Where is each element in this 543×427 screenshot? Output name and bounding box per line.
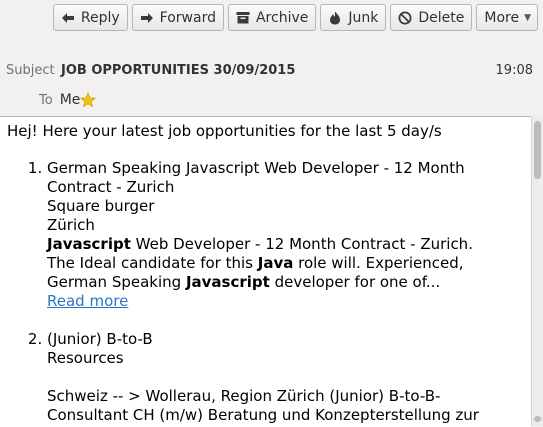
- message-time: 19:08: [495, 63, 533, 78]
- job-desc-line: The Ideal candidate for this Java role w…: [47, 254, 512, 273]
- job-desc-line: Javascript Web Developer - 12 Month Cont…: [47, 235, 512, 254]
- job-location: Zürich: [47, 216, 95, 234]
- junk-button-label: Junk: [348, 9, 379, 26]
- read-more-link[interactable]: Read more: [47, 292, 128, 310]
- archive-button-label: Archive: [255, 9, 309, 26]
- job-desc-line: Consultant CH (m/w) Beratung und Konzept…: [47, 406, 479, 424]
- desc-text: role will. Experienced,: [293, 254, 464, 272]
- job-title-cont: Contract - Zurich: [47, 178, 175, 196]
- recipient[interactable]: Me: [60, 92, 81, 108]
- forward-button[interactable]: Forward: [131, 4, 224, 31]
- job-title: German Speaking Javascript Web Developer…: [47, 159, 465, 177]
- job-company: Square burger: [47, 197, 155, 215]
- keyword: Javascript: [185, 273, 270, 291]
- message-header: Reply Forward Archive Junk Delete More ▼…: [0, 0, 543, 114]
- reply-button[interactable]: Reply: [52, 4, 128, 31]
- scroll-down-arrow[interactable]: [534, 416, 541, 422]
- forward-button-label: Forward: [159, 9, 216, 26]
- archive-button[interactable]: Archive: [227, 4, 317, 31]
- message-content: Hej! Here your latest job opportunities …: [7, 122, 512, 427]
- scroll-thumb[interactable]: [534, 121, 541, 179]
- more-button[interactable]: More ▼: [476, 4, 538, 31]
- job-desc-line: Schweiz -- > Wollerau, Region Zürich (Ju…: [47, 387, 441, 405]
- subject-label: Subject: [6, 63, 55, 78]
- vertical-scrollbar[interactable]: [531, 116, 543, 426]
- keyword: Javascript: [47, 235, 131, 253]
- job-desc-line: German Speaking Javascript developer for…: [47, 273, 512, 292]
- to-label: To: [39, 92, 53, 108]
- junk-button[interactable]: Junk: [320, 4, 387, 31]
- desc-text: The Ideal candidate for this: [47, 254, 258, 272]
- to-row: To Me: [39, 91, 97, 109]
- subject-row: Subject JOB OPPORTUNITIES 30/09/2015 19:…: [6, 63, 533, 81]
- chevron-down-icon: ▼: [524, 12, 531, 23]
- delete-button[interactable]: Delete: [390, 4, 473, 31]
- list-item: German Speaking Javascript Web Developer…: [47, 159, 512, 311]
- message-toolbar: Reply Forward Archive Junk Delete More ▼: [52, 4, 538, 31]
- job-list: German Speaking Javascript Web Developer…: [7, 159, 512, 425]
- job-company: Resources: [47, 349, 124, 367]
- message-body: Hej! Here your latest job opportunities …: [0, 116, 531, 427]
- forward-icon: [139, 10, 155, 26]
- job-title: (Junior) B-to-B: [47, 330, 153, 348]
- star-icon[interactable]: [80, 91, 97, 108]
- desc-text: Web Developer - 12 Month Contract - Zuri…: [130, 235, 473, 253]
- desc-text: developer for one of...: [269, 273, 441, 291]
- list-item: (Junior) B-to-B Resources Schweiz -- > W…: [47, 330, 512, 425]
- desc-text: German Speaking: [47, 273, 186, 291]
- delete-icon: [397, 10, 413, 26]
- more-button-label: More: [484, 9, 520, 26]
- reply-icon: [60, 10, 76, 26]
- junk-icon: [327, 10, 343, 26]
- reply-button-label: Reply: [80, 9, 120, 26]
- intro-text: Hej! Here your latest job opportunities …: [7, 122, 442, 140]
- archive-icon: [235, 10, 251, 26]
- delete-button-label: Delete: [418, 9, 465, 26]
- keyword: Java: [257, 254, 294, 272]
- subject-text: JOB OPPORTUNITIES 30/09/2015: [61, 63, 296, 78]
